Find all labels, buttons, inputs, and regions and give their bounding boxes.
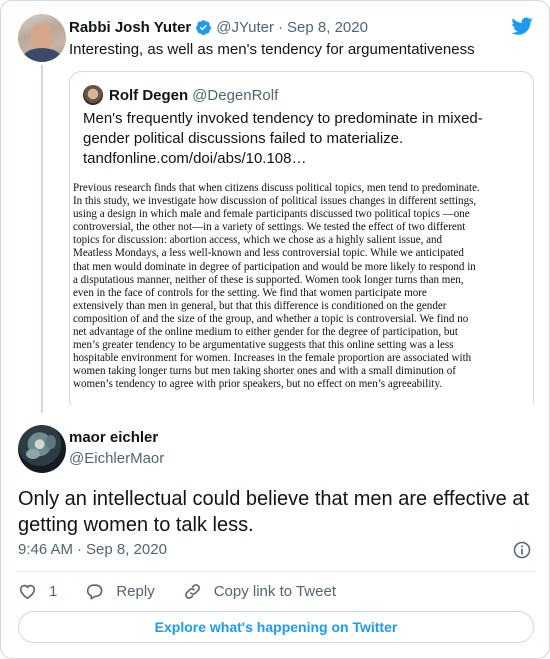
explore-twitter-button[interactable]: Explore what's happening on Twitter bbox=[18, 611, 534, 643]
abstract-line: hospitable environment for women. Increa… bbox=[73, 352, 472, 365]
abstract-line: women’s tendency to agree with prior spe… bbox=[73, 378, 443, 391]
tweet-date[interactable]: Sep 8, 2020 bbox=[287, 19, 368, 36]
avatar-degenrolf bbox=[83, 85, 103, 105]
separator-dot: · bbox=[278, 18, 284, 36]
quoted-text-line: gender political discussions failed to m… bbox=[83, 130, 404, 147]
action-bar: 1 Reply Copy link to Tweet bbox=[18, 580, 336, 602]
reply-button[interactable]: Reply bbox=[85, 582, 155, 601]
reply-tweet-text: Only an intellectual could believe that … bbox=[18, 486, 538, 538]
parent-tweet-header: Rabbi Josh Yuter @JYuter · Sep 8, 2020 bbox=[69, 16, 368, 38]
abstract-line: that men would dominate in degree of par… bbox=[73, 260, 476, 273]
embedded-tweet-card: Rabbi Josh Yuter @JYuter · Sep 8, 2020 I… bbox=[0, 0, 550, 659]
quoted-author-name: Rolf Degen bbox=[109, 86, 189, 104]
abstract-line: controversial, the other not—in a variet… bbox=[73, 221, 466, 234]
divider bbox=[17, 571, 535, 572]
abstract-line: Previous research finds that when citize… bbox=[73, 182, 480, 194]
abstract-line: Meatless Mondays, a less well-known and … bbox=[73, 247, 464, 260]
abstract-image[interactable]: Previous research finds that when citize… bbox=[71, 180, 533, 412]
reply-date: Sep 8, 2020 bbox=[86, 541, 167, 558]
reply-author-handle[interactable]: @EichlerMaor bbox=[69, 450, 164, 467]
reply-time: 9:46 AM bbox=[18, 541, 74, 558]
abstract-line: topics for discussion: abortion access, … bbox=[73, 234, 443, 247]
reply-author-name[interactable]: maor eichler bbox=[69, 429, 158, 446]
link-icon bbox=[184, 583, 200, 599]
abstract-line: even in the face of controls for the set… bbox=[73, 286, 427, 299]
abstract-line: In this study, we investigate how discus… bbox=[73, 195, 477, 208]
author-handle[interactable]: @JYuter bbox=[216, 19, 274, 36]
author-name[interactable]: Rabbi Josh Yuter bbox=[69, 19, 191, 36]
quoted-text-line: Men's frequently invoked tendency to pre… bbox=[83, 110, 483, 127]
separator-dot: · bbox=[77, 541, 83, 558]
avatar-jyuter[interactable] bbox=[18, 14, 66, 62]
heart-icon bbox=[19, 584, 36, 599]
abstract-line: men’s greater tendency to be argumentati… bbox=[73, 339, 454, 352]
twitter-bird-icon[interactable] bbox=[509, 15, 535, 37]
abstract-line: extensively than men in general, but tha… bbox=[73, 299, 447, 312]
abstract-line: using a design in which male and female … bbox=[73, 208, 470, 221]
quoted-tweet[interactable]: Rolf Degen @DegenRolf Men's frequently i… bbox=[69, 71, 534, 412]
copy-link-button[interactable]: Copy link to Tweet bbox=[183, 582, 336, 601]
verified-badge-icon bbox=[196, 19, 212, 35]
like-count: 1 bbox=[49, 582, 58, 600]
abstract-line: a disputatious manner, neither of these … bbox=[73, 273, 464, 286]
like-button[interactable]: 1 bbox=[18, 582, 57, 601]
abstract-line: net advantage of the online medium to ei… bbox=[73, 326, 458, 339]
info-icon[interactable] bbox=[512, 540, 532, 560]
abstract-line: women taking longer turns but men taking… bbox=[73, 365, 456, 378]
reply-text-line: Only an intellectual could believe that … bbox=[18, 488, 530, 510]
parent-tweet-text: Interesting, as well as men's tendency f… bbox=[69, 41, 475, 58]
abstract-line: composition of and the size of the group… bbox=[73, 312, 469, 325]
avatar-eichlermaor[interactable] bbox=[18, 425, 66, 473]
quoted-tweet-text: Men's frequently invoked tendency to pre… bbox=[83, 109, 523, 169]
quoted-author-handle: @DegenRolf bbox=[192, 86, 279, 104]
quoted-link[interactable]: tandfonline.com/doi/abs/10.108… bbox=[83, 149, 523, 169]
reply-timestamp[interactable]: 9:46 AM · Sep 8, 2020 bbox=[18, 541, 167, 558]
reply-bubble-icon bbox=[87, 583, 103, 599]
thread-line bbox=[41, 65, 43, 413]
reply-text-line: getting women to talk less. bbox=[18, 514, 254, 536]
reply-label: Reply bbox=[116, 582, 155, 600]
copy-link-label: Copy link to Tweet bbox=[213, 582, 336, 600]
quoted-tweet-header: Rolf Degen @DegenRolf bbox=[109, 85, 278, 105]
